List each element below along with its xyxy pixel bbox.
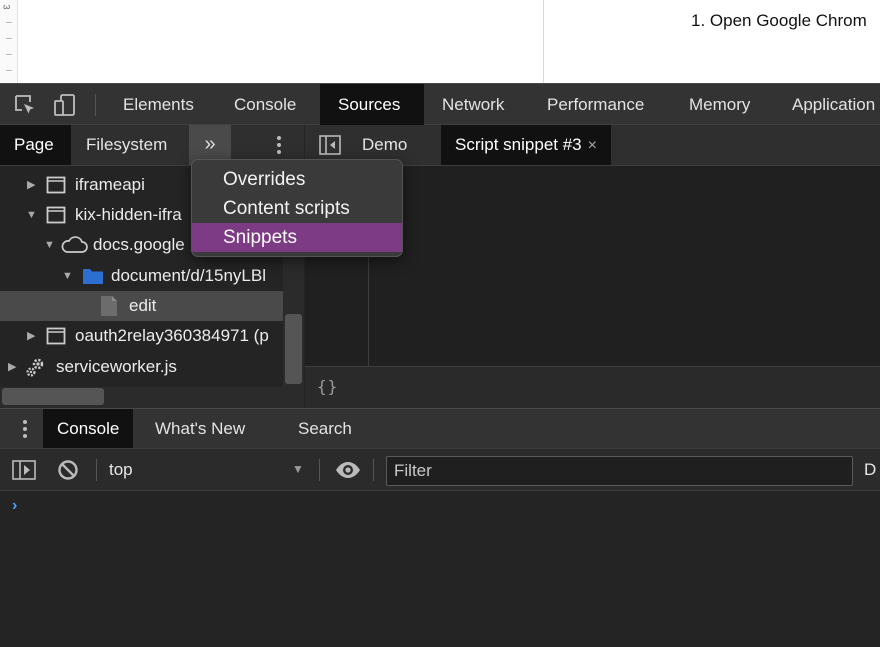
- expand-arrow-icon[interactable]: ▶: [27, 170, 35, 200]
- inspect-element-icon[interactable]: [13, 93, 37, 117]
- tab-memory[interactable]: Memory: [673, 84, 766, 125]
- tree-item-oauth2relay[interactable]: ▶ oauth2relay360384971 (p: [0, 321, 283, 351]
- pretty-print-button[interactable]: {}: [317, 377, 338, 396]
- tab-application[interactable]: Application: [776, 84, 875, 125]
- console-prompt-icon[interactable]: ›: [12, 497, 17, 515]
- cloud-icon: [61, 236, 88, 253]
- navigator-scroll-thumb[interactable]: [285, 314, 302, 384]
- navigator-hscroll-thumb[interactable]: [2, 388, 104, 405]
- tree-item-label: iframeapi: [75, 175, 145, 194]
- web-page-area: 3 1. Open Google Chrom: [0, 0, 880, 83]
- devtools-main-toolbar: Elements Console Sources Network Perform…: [0, 83, 880, 125]
- editor-tab-label: Script snippet #3: [455, 135, 582, 154]
- page-divider: [543, 0, 544, 83]
- page-ruler: 3: [0, 0, 18, 83]
- collapse-arrow-icon[interactable]: ▼: [26, 200, 37, 230]
- folder-icon: [83, 269, 103, 284]
- tree-item-label: serviceworker.js: [56, 357, 177, 376]
- ruler-tick: [6, 54, 12, 55]
- page-list-item: 1. Open Google Chrom: [691, 11, 867, 30]
- ruler-number: 3: [1, 4, 12, 10]
- live-expression-eye-icon[interactable]: [335, 459, 361, 481]
- tab-console[interactable]: Console: [218, 84, 312, 125]
- filter-input[interactable]: [386, 456, 853, 486]
- tree-item-label: edit: [129, 296, 157, 315]
- ruler-tick: [6, 22, 12, 23]
- expand-arrow-icon[interactable]: ▶: [8, 352, 16, 382]
- collapse-arrow-icon[interactable]: ▼: [62, 261, 73, 291]
- menu-item-snippets[interactable]: Snippets: [192, 223, 402, 252]
- drawer-tab-console[interactable]: Console: [43, 409, 134, 448]
- clear-console-icon[interactable]: [57, 459, 79, 481]
- navigator-menu-icon[interactable]: [271, 133, 287, 157]
- tab-performance[interactable]: Performance: [531, 84, 660, 125]
- more-tabs-menu: Overrides Content scripts Snippets: [191, 159, 403, 257]
- drawer-tabs: Console What's New Search: [0, 409, 880, 449]
- tree-item-edit[interactable]: edit: [0, 291, 283, 321]
- gear-icon: [26, 358, 44, 377]
- console-toolbar: top ▼ D: [0, 449, 880, 491]
- device-toolbar-icon[interactable]: [53, 93, 77, 117]
- ruler-tick: [6, 38, 12, 39]
- drawer-tab-whats-new[interactable]: What's New: [141, 409, 259, 448]
- chevron-down-icon[interactable]: ▼: [292, 462, 304, 476]
- close-tab-icon[interactable]: ×: [588, 137, 597, 154]
- tab-page[interactable]: Page: [0, 125, 71, 165]
- frame-icon: [46, 327, 66, 345]
- file-icon: [101, 296, 117, 316]
- show-sidebar-icon[interactable]: [12, 460, 36, 480]
- tree-item-serviceworker[interactable]: ▶ serviceworker.js: [0, 352, 283, 382]
- log-levels-dropdown[interactable]: D: [864, 449, 876, 491]
- editor-status-bar: {}: [305, 366, 880, 408]
- tree-item-label: oauth2relay360384971 (p: [75, 326, 269, 345]
- tree-item-document[interactable]: ▼ document/d/15nyLBl: [0, 261, 283, 291]
- context-selector[interactable]: top: [109, 449, 133, 491]
- expand-arrow-icon[interactable]: ▶: [27, 321, 35, 351]
- tree-item-label: kix-hidden-ifra: [75, 205, 182, 224]
- menu-item-content-scripts[interactable]: Content scripts: [192, 194, 402, 223]
- toolbar-divider: [319, 459, 320, 481]
- tree-item-label: docs.google: [93, 235, 185, 254]
- frame-icon: [46, 206, 66, 224]
- tab-filesystem[interactable]: Filesystem: [72, 125, 181, 165]
- toolbar-divider: [95, 94, 96, 116]
- tab-sources[interactable]: Sources: [320, 84, 424, 125]
- menu-item-overrides[interactable]: Overrides: [192, 165, 402, 194]
- drawer-tab-search[interactable]: Search: [284, 409, 366, 448]
- toggle-navigator-icon[interactable]: [319, 135, 341, 155]
- tree-item-label: document/d/15nyLBl: [111, 266, 266, 285]
- toolbar-divider: [96, 459, 97, 481]
- drawer-menu-icon[interactable]: [17, 417, 33, 441]
- toolbar-divider: [373, 459, 374, 481]
- console-drawer: Console What's New Search top ▼ D ›: [0, 408, 880, 647]
- collapse-arrow-icon[interactable]: ▼: [44, 230, 55, 260]
- tab-network[interactable]: Network: [426, 84, 520, 125]
- frame-icon: [46, 176, 66, 194]
- editor-tab-snippet[interactable]: Script snippet #3 ×: [441, 125, 611, 165]
- ruler-tick: [6, 70, 12, 71]
- tab-elements[interactable]: Elements: [107, 84, 210, 125]
